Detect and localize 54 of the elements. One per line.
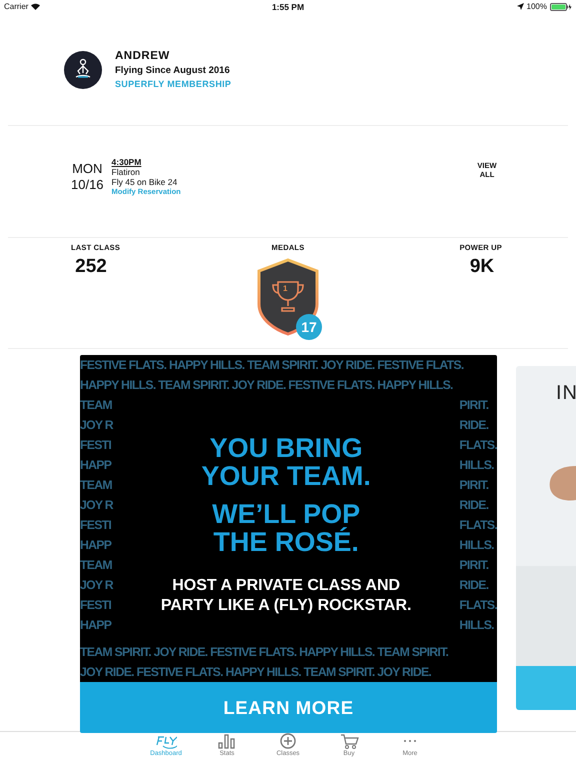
pattern-text: RIDE. [459, 417, 488, 434]
membership-link[interactable]: SUPERFLY MEMBERSHIP [115, 79, 232, 89]
battery-icon [550, 2, 572, 10]
battery-percent: 100% [526, 2, 547, 11]
pattern-text: TEAM [80, 477, 112, 494]
learn-more-button[interactable]: LEARN MORE [80, 682, 497, 733]
pattern-text: FLATS. [459, 597, 497, 614]
pattern-text: TEAM SPIRIT. JOY RIDE. FESTIVE FLATS. HAPPY HILLS. TEAM SPIRIT. [80, 644, 448, 661]
pattern-text: FESTIVE FLATS. HAPPY HILLS. TEAM SPIRIT. JOY RIDE. FESTIVE FLATS. [80, 357, 464, 374]
pattern-text: JOY R [80, 417, 113, 434]
location-arrow-icon [516, 3, 524, 10]
pattern-text: RIDE. [459, 497, 488, 514]
promo-title: IN [556, 382, 576, 405]
avatar-icon [64, 50, 102, 88]
medal-rank: 1 [282, 284, 288, 293]
pattern-text: PIRIT. [459, 397, 488, 414]
clock-time: 1:55 PM [272, 2, 304, 12]
pattern-text: PIRIT. [459, 557, 488, 574]
pattern-text: FESTI [80, 437, 112, 454]
pattern-text: HAPP [80, 617, 112, 634]
stat-value: 9K [468, 256, 496, 278]
medal-shield-icon [256, 258, 320, 336]
class-time: 4:30PM [112, 157, 142, 167]
pattern-text: FLATS. [459, 437, 497, 454]
pattern-text: HAPPY HILLS. TEAM SPIRIT. JOY RIDE. FESTIVE FLATS. HAPPY HILLS. [80, 377, 453, 394]
pattern-text: HILLS. [459, 537, 494, 554]
pattern-text: FLATS. [459, 517, 497, 534]
pattern-text: RIDE. [459, 577, 488, 594]
medal-count-badge: 17 [296, 314, 322, 340]
pattern-text: JOY R [80, 497, 113, 514]
studio-name: Flatiron [112, 167, 141, 177]
carrier-label: Carrier [4, 2, 28, 11]
pattern-text: FESTI [80, 517, 112, 534]
stat-value: 252 [74, 256, 108, 278]
pattern-text: HAPP [80, 537, 112, 554]
pattern-text: PIRIT. [459, 477, 488, 494]
class-name: Fly 45 on Bike 24 [112, 177, 178, 187]
pattern-text: HILLS. [459, 617, 494, 634]
member-since-text: Flying Since August 2016 [115, 65, 231, 76]
wifi-icon [31, 3, 40, 10]
promo-subline: HOST A PRIVATE CLASS AND PARTY LIKE A (FLY) ROCKSTAR. [160, 576, 412, 616]
promo-headline: WE’LL POP THE ROSÉ. [211, 500, 362, 556]
weekday-label: MON [72, 161, 102, 177]
cart-icon [338, 733, 360, 749]
pattern-text: HILLS. [459, 457, 494, 474]
pattern-text: FESTI [80, 597, 112, 614]
date-label: 10/16 [71, 177, 104, 193]
pattern-text: TEAM [80, 557, 112, 574]
pattern-text: JOY R [80, 577, 113, 594]
promo-headline: YOU BRING YOUR TEAM. [200, 434, 372, 490]
user-name: ANDREW [115, 50, 171, 62]
pattern-text: TEAM [80, 397, 112, 414]
pattern-text: JOY RIDE. FESTIVE FLATS. HAPPY HILLS. TEAM SPIRIT. JOY RIDE. [80, 664, 432, 681]
pattern-text: HAPP [80, 457, 112, 474]
